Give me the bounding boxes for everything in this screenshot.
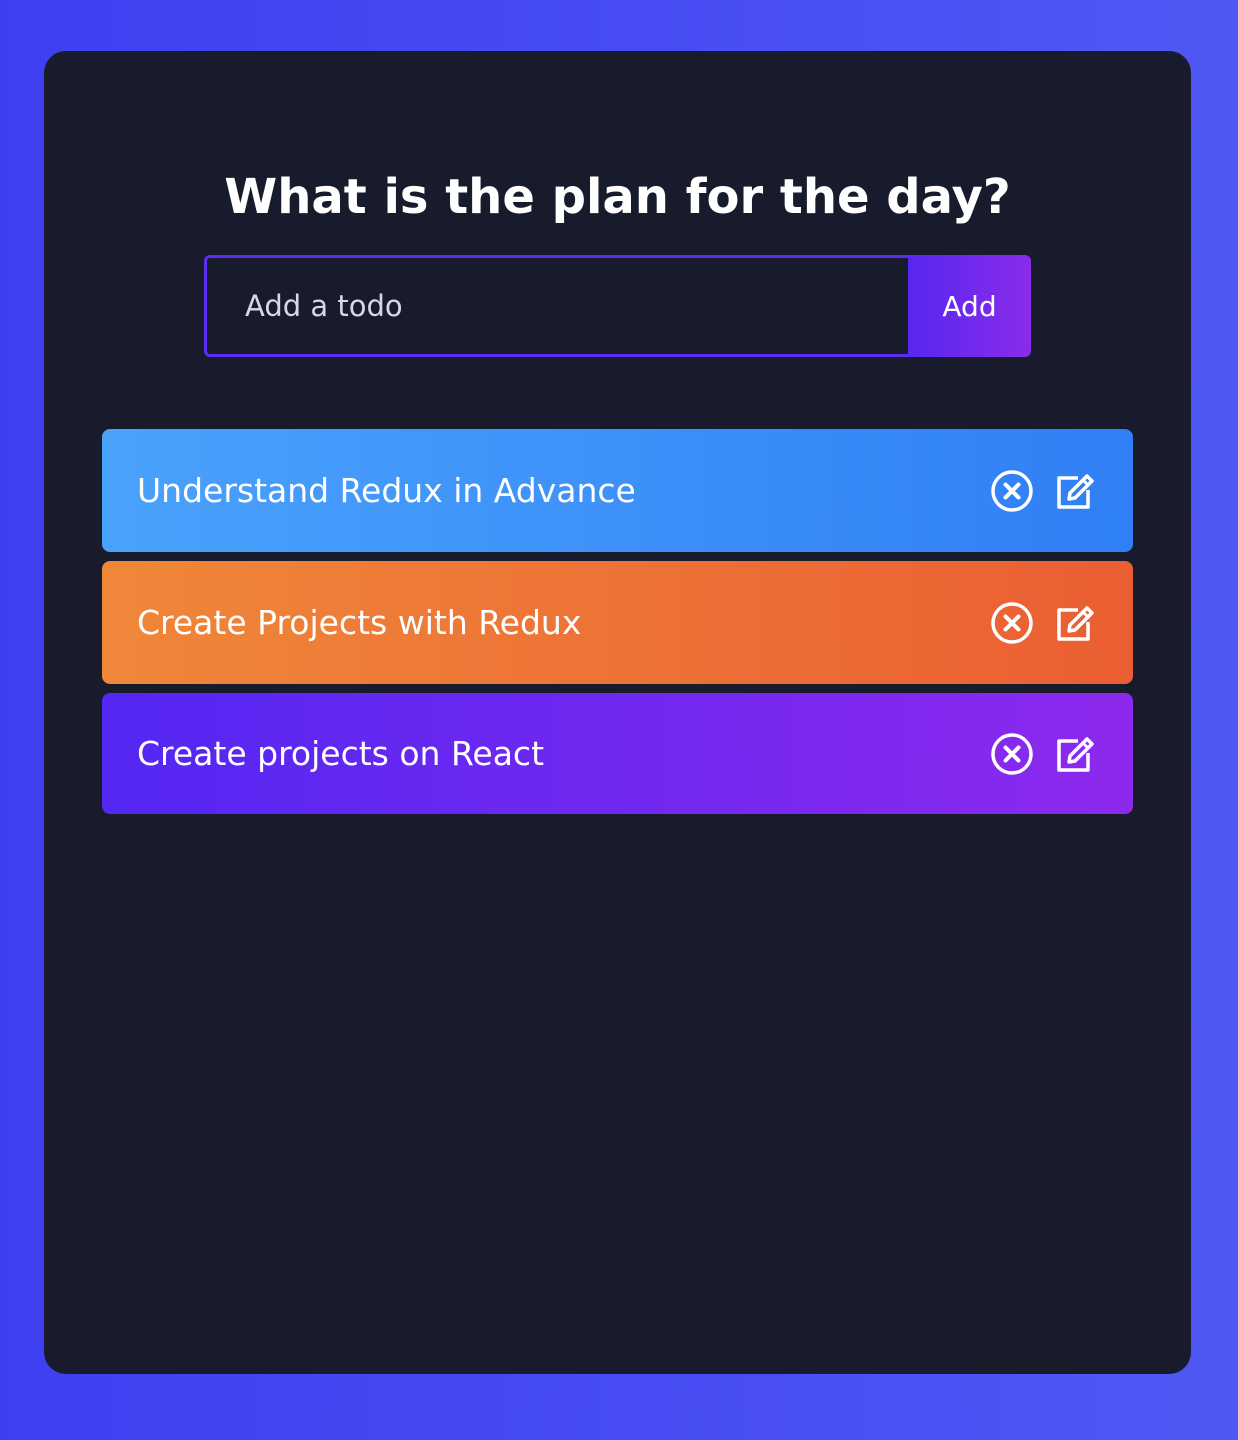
todo-item-actions <box>990 601 1097 645</box>
edit-pencil-icon[interactable] <box>1053 601 1097 645</box>
edit-pencil-icon[interactable] <box>1053 732 1097 776</box>
todo-item: Understand Redux in Advance <box>102 429 1133 552</box>
todo-item-text[interactable]: Create projects on React <box>137 734 990 773</box>
todo-item: Create Projects with Redux <box>102 561 1133 684</box>
todo-input[interactable] <box>204 255 908 357</box>
close-circle-icon[interactable] <box>990 732 1034 776</box>
page-title: What is the plan for the day? <box>224 169 1011 225</box>
todo-list: Understand Redux in Advance Create Proje… <box>102 429 1133 823</box>
todo-item-text[interactable]: Create Projects with Redux <box>137 603 990 642</box>
todo-item-actions <box>990 732 1097 776</box>
todo-item: Create projects on React <box>102 693 1133 814</box>
add-button[interactable]: Add <box>908 255 1031 357</box>
todo-item-text[interactable]: Understand Redux in Advance <box>137 471 990 510</box>
todo-app-panel: What is the plan for the day? Add Unders… <box>44 51 1191 1374</box>
close-circle-icon[interactable] <box>990 601 1034 645</box>
todo-form: Add <box>204 255 1031 357</box>
edit-pencil-icon[interactable] <box>1053 469 1097 513</box>
close-circle-icon[interactable] <box>990 469 1034 513</box>
todo-item-actions <box>990 469 1097 513</box>
